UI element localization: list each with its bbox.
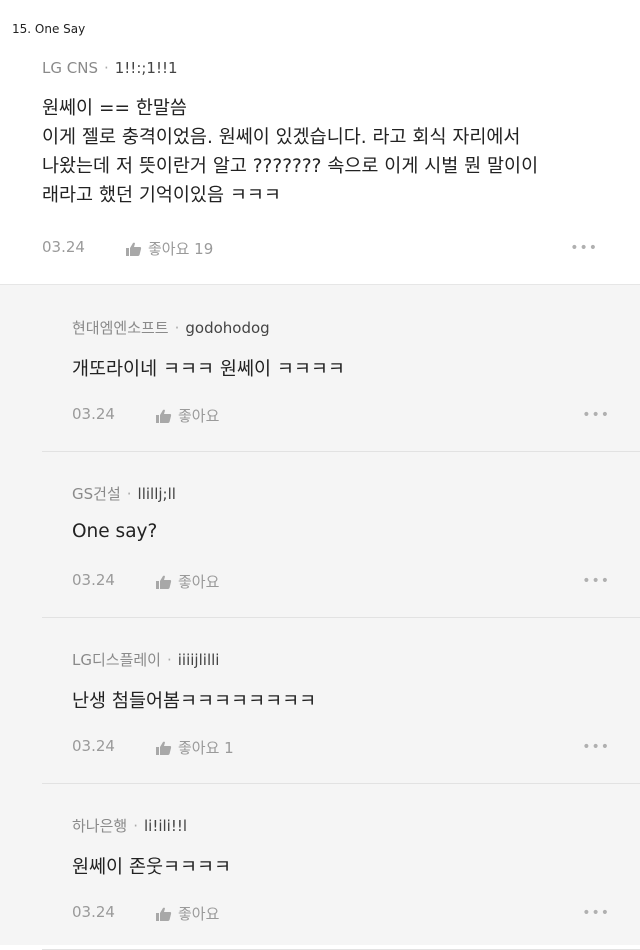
comment-footer: 03.24 좋아요 19 ••• [42,238,598,260]
comment-author-line: LG CNS · 1!!:;1!!1 [42,59,178,77]
like-button[interactable]: 좋아요 [156,405,219,426]
more-options-icon[interactable]: ••• [582,407,610,423]
comment-date: 03.24 [42,238,85,256]
author-username[interactable]: li!ili!!l [144,817,187,835]
reply-text: One say? [72,521,158,542]
separator-dot: · [166,651,172,669]
comment-body: 원쎄이 == 한말씀 이게 젤로 충격이었음. 원쎄이 있겠습니다. 라고 회식… [42,94,622,210]
comment-line: 래라고 했던 기억이있음 ㅋㅋㅋ [42,185,281,206]
author-company[interactable]: GS건설 [72,485,121,503]
author-username[interactable]: llillj;ll [138,485,176,503]
comment-line: 이게 젤로 충격이었음. 원쎄이 있겠습니다. 라고 회식 자리에서 [42,127,521,148]
like-label: 좋아요 [178,905,220,923]
reply-footer: 03.24 좋아요 1 ••• [72,737,610,759]
reply-author-line: 하나은행 · li!ili!!l [72,815,187,836]
reply-date: 03.24 [72,405,115,423]
like-label: 좋아요 19 [148,240,214,258]
reply-text: 개또라이네 ㅋㅋㅋ 원쎄이 ㅋㅋㅋㅋ [72,359,345,380]
page-heading: 15. One Say [12,22,86,36]
author-company[interactable]: 하나은행 [72,817,127,835]
reply-item: LG디스플레이 · iiiijlilli 난생 첨들어봄ㅋㅋㅋㅋㅋㅋㅋㅋ 03.24… [42,617,640,784]
reply-footer: 03.24 좋아요 ••• [72,903,610,925]
reply-date: 03.24 [72,737,115,755]
author-company[interactable]: LG CNS [42,59,98,77]
thumbs-up-icon [156,907,172,921]
reply-author-line: 현대엠엔소프트 · godohodog [72,317,270,338]
like-label: 좋아요 [178,573,220,591]
comment-line: 원쎄이 == 한말씀 [42,98,187,119]
separator-dot: · [174,319,180,337]
more-options-icon[interactable]: ••• [582,739,610,755]
reply-author-line: GS건설 · llillj;ll [72,483,176,504]
author-company[interactable]: 현대엠엔소프트 [72,319,169,337]
author-company[interactable]: LG디스플레이 [72,651,161,669]
more-options-icon[interactable]: ••• [582,905,610,921]
reply-item: 하나은행 · li!ili!!l 원쎄이 존웃ㅋㅋㅋㅋ 03.24 좋아요 ••• [42,783,640,950]
author-username[interactable]: godohodog [185,319,269,337]
reply-item: 현대엠엔소프트 · godohodog 개또라이네 ㅋㅋㅋ 원쎄이 ㅋㅋㅋㅋ 03.… [42,285,640,452]
like-button[interactable]: 좋아요 1 [156,737,234,758]
like-button[interactable]: 좋아요 19 [126,238,213,259]
reply-author-line: LG디스플레이 · iiiijlilli [72,649,219,670]
separator-dot: · [126,485,132,503]
thumbs-up-icon [156,741,172,755]
author-username[interactable]: iiiijlilli [178,651,220,669]
like-button[interactable]: 좋아요 [156,903,219,924]
separator-dot: · [133,817,138,835]
reply-date: 03.24 [72,571,115,589]
separator-dot: · [103,59,109,77]
more-options-icon[interactable]: ••• [582,573,610,589]
author-username[interactable]: 1!!:;1!!1 [115,59,178,77]
more-options-icon[interactable]: ••• [570,240,598,256]
thumbs-up-icon [126,242,142,256]
reply-footer: 03.24 좋아요 ••• [72,571,610,593]
reply-date: 03.24 [72,903,115,921]
thumbs-up-icon [156,409,172,423]
comment-line: 나왔는데 저 뜻이란거 알고 ??????? 속으로 이게 시벌 뭔 말이이 [42,156,539,177]
reply-text: 난생 첨들어봄ㅋㅋㅋㅋㅋㅋㅋㅋ [72,691,317,712]
like-button[interactable]: 좋아요 [156,571,219,592]
main-comment: LG CNS · 1!!:;1!!1 원쎄이 == 한말씀 이게 젤로 충격이었음.… [0,44,640,284]
reply-item: GS건설 · llillj;ll One say? 03.24 좋아요 ••• [42,451,640,618]
like-label: 좋아요 [178,407,220,425]
thumbs-up-icon [156,575,172,589]
reply-list: 현대엠엔소프트 · godohodog 개또라이네 ㅋㅋㅋ 원쎄이 ㅋㅋㅋㅋ 03.… [0,284,640,950]
reply-footer: 03.24 좋아요 ••• [72,405,610,427]
like-label: 좋아요 1 [178,739,234,757]
reply-text: 원쎄이 존웃ㅋㅋㅋㅋ [72,857,232,878]
